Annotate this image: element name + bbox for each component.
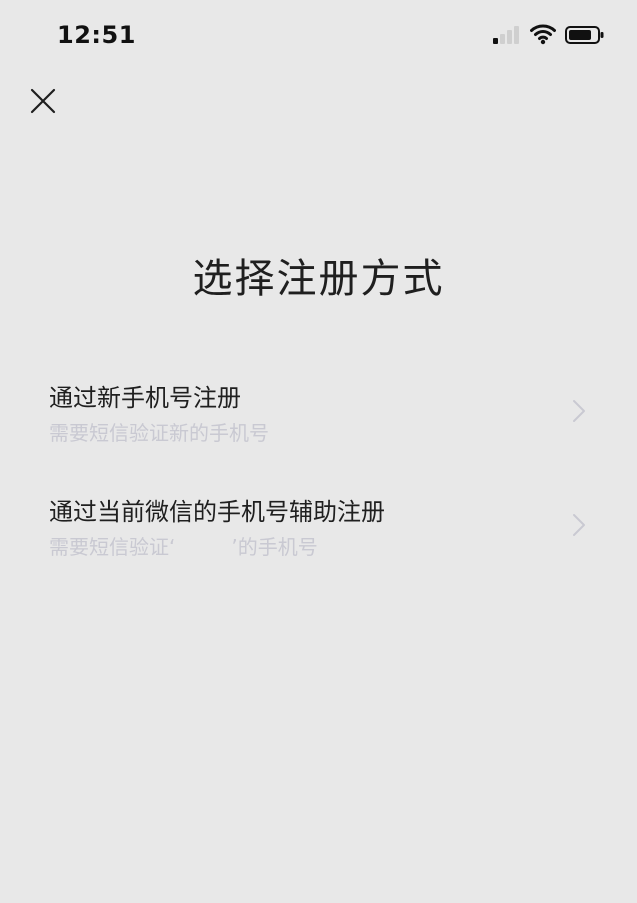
battery-icon <box>565 25 605 45</box>
option-title: 通过新手机号注册 <box>49 384 241 412</box>
option-description: 需要短信验证新的手机号 <box>49 421 269 445</box>
option-description: 需要短信验证‘ ’的手机号 <box>49 531 318 560</box>
option-title: 通过当前微信的手机号辅助注册 <box>49 498 385 526</box>
close-icon <box>30 88 56 114</box>
option-description-prefix: 需要短信验证‘ <box>49 535 176 559</box>
option-description-suffix: ’的手机号 <box>231 535 318 559</box>
wifi-icon <box>530 23 556 45</box>
status-bar: 12:51 <box>0 0 637 70</box>
close-button[interactable] <box>28 86 58 116</box>
signal-icon <box>491 26 521 44</box>
register-current-wechat-phone-option[interactable]: 通过当前微信的手机号辅助注册 需要短信验证‘ ’的手机号 <box>0 486 637 570</box>
status-time: 12:51 <box>57 21 136 49</box>
chevron-right-icon <box>573 514 585 536</box>
page-title: 选择注册方式 <box>192 256 445 302</box>
chevron-right-icon <box>573 400 585 422</box>
register-new-phone-option[interactable]: 通过新手机号注册 需要短信验证新的手机号 <box>0 372 637 456</box>
